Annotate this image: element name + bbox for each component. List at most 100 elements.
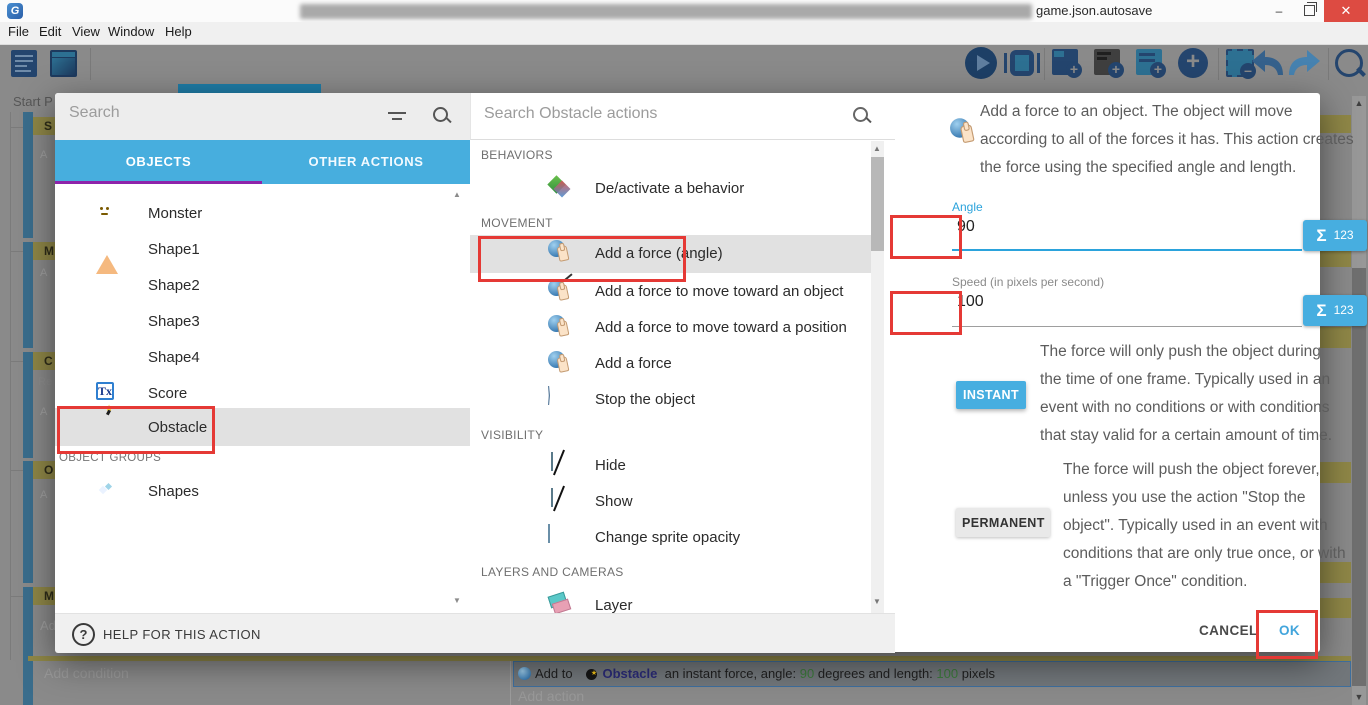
scrollbar-up-icon[interactable]: ▲ — [1353, 98, 1365, 108]
action-label: Stop the object — [595, 391, 695, 408]
object-groups-header: OBJECT GROUPS — [59, 452, 161, 464]
instant-description: the time of one frame. Typically used in… — [1040, 371, 1330, 389]
angle-input[interactable] — [955, 217, 1079, 237]
scrollbar-down-icon[interactable]: ▼ — [1353, 692, 1365, 702]
stop-icon — [548, 386, 550, 405]
object-search-input[interactable] — [67, 103, 371, 123]
events-list-icon[interactable] — [11, 50, 37, 77]
permanent-button[interactable]: PERMANENT — [956, 508, 1050, 537]
menu-window[interactable]: Window — [108, 24, 154, 39]
action-row-hide[interactable]: Hide — [470, 448, 871, 484]
object-row-shape3[interactable]: Shape3 — [55, 304, 470, 340]
bg-fragment: A — [40, 489, 47, 501]
bg-fragment: A — [40, 267, 47, 279]
bg-event-header — [1320, 462, 1351, 483]
action-list: BEHAVIORS De/activate a behavior MOVEMEN… — [470, 140, 895, 613]
object-label: Shape1 — [148, 241, 200, 258]
tree-connector — [10, 470, 23, 471]
group-row-shapes[interactable]: Shapes — [55, 474, 470, 510]
dialog-footer: ? HELP FOR THIS ACTION — [55, 613, 895, 653]
object-row-shape2[interactable]: Shape2 — [55, 268, 470, 304]
tab-objects[interactable]: OBJECTS — [55, 140, 262, 184]
filter-icon[interactable] — [388, 112, 406, 122]
cancel-button[interactable]: CANCEL — [1193, 622, 1264, 639]
object-row-score[interactable]: TxScore — [55, 376, 470, 412]
object-label: Shape3 — [148, 313, 200, 330]
angle-expression-button[interactable]: Σ123 — [1303, 220, 1367, 251]
action-row-deactivate-behavior[interactable]: De/activate a behavior — [470, 171, 871, 207]
add-comment-icon[interactable]: + — [1094, 49, 1120, 75]
action-row-force-toward-object[interactable]: Add a force to move toward an object — [470, 274, 871, 310]
object-row-monster[interactable]: Monster — [55, 196, 470, 232]
event-tree-line — [10, 112, 11, 660]
help-for-action-link[interactable]: HELP FOR THIS ACTION — [103, 627, 261, 642]
scene-editor-icon[interactable] — [50, 50, 77, 77]
text-object-icon: Tx — [96, 382, 114, 400]
action-search-input[interactable] — [482, 104, 816, 124]
close-button[interactable]: ✕ — [1324, 0, 1368, 22]
menu-edit[interactable]: Edit — [39, 24, 61, 39]
debug-icon[interactable] — [1010, 50, 1034, 76]
undo-icon[interactable] — [1250, 48, 1284, 78]
speed-expression-button[interactable]: Σ123 — [1303, 295, 1367, 326]
action-search-bar — [470, 93, 895, 140]
play-icon[interactable] — [965, 47, 997, 79]
action-scroll-down-icon[interactable]: ▼ — [873, 597, 881, 606]
speed-input-underline — [952, 326, 1302, 327]
toolbar-separator — [90, 48, 91, 80]
toolbar-separator — [1044, 48, 1045, 80]
permanent-description: unless you use the action "Stop the — [1063, 489, 1305, 507]
action-scroll-up-icon[interactable]: ▲ — [873, 144, 881, 153]
action-description: the force using the specified angle and … — [980, 159, 1296, 177]
tree-connector — [10, 251, 23, 252]
menu-bar: File Edit View Window Help — [0, 22, 1368, 45]
menu-view[interactable]: View — [72, 24, 100, 39]
search-icon[interactable] — [433, 107, 448, 122]
action-label: Change sprite opacity — [595, 529, 740, 546]
sigma-icon: Σ — [1316, 301, 1326, 320]
menu-file[interactable]: File — [8, 24, 29, 39]
redo-icon[interactable] — [1288, 48, 1322, 78]
action-row-force-toward-position[interactable]: Add a force to move toward a position — [470, 310, 871, 346]
action-row-stop-object[interactable]: Stop the object — [470, 382, 871, 418]
speed-input[interactable] — [955, 292, 1079, 312]
list-scroll-up-icon[interactable]: ▲ — [453, 190, 461, 199]
event-header: M — [33, 242, 55, 260]
add-action-placeholder[interactable]: Add action — [518, 688, 584, 704]
action-list-scrollbar-thumb[interactable] — [871, 157, 884, 251]
tab-other-actions[interactable]: OTHER ACTIONS — [262, 140, 470, 184]
object-label: Monster — [148, 205, 202, 222]
instant-description: event with no conditions or with conditi… — [1040, 399, 1330, 417]
background-tab-label: Start P — [13, 94, 53, 109]
add-subevent-icon[interactable]: + — [1136, 49, 1162, 75]
action-row-change-opacity[interactable]: Change sprite opacity — [470, 520, 871, 556]
action-row-layer[interactable]: Layer — [470, 588, 871, 613]
main-scrollbar-thumb[interactable] — [1352, 268, 1366, 686]
bg-event-header — [1320, 327, 1351, 348]
title-bar: G game.json.autosave – ✕ — [0, 0, 1368, 22]
object-row-shape1[interactable]: Shape1 — [55, 232, 470, 268]
restore-button[interactable] — [1294, 0, 1324, 22]
action-row-show[interactable]: Show — [470, 484, 871, 520]
object-row-shape4[interactable]: Shape4 — [55, 340, 470, 376]
action-label: Show — [595, 493, 633, 510]
instant-button[interactable]: INSTANT — [956, 381, 1026, 409]
selected-action-row[interactable]: Add to ★ Obstacle an instant force, angl… — [513, 661, 1351, 687]
action-length-value: 100 — [936, 666, 958, 681]
action-row-add-force[interactable]: Add a force — [470, 346, 871, 382]
object-label: Obstacle — [148, 419, 207, 436]
add-event-icon[interactable]: + — [1052, 49, 1078, 75]
ok-button[interactable]: OK — [1273, 622, 1306, 639]
choose-action-dialog: OBJECTS OTHER ACTIONS Monster Shape1 Sha… — [55, 93, 1320, 652]
menu-help[interactable]: Help — [165, 24, 192, 39]
object-row-obstacle[interactable]: Obstacle — [55, 408, 470, 446]
search-icon[interactable] — [853, 107, 868, 122]
search-icon[interactable] — [1335, 49, 1363, 77]
add-circle-icon[interactable]: + — [1178, 48, 1208, 78]
action-row-add-force-angle[interactable]: Add a force (angle) — [470, 235, 871, 273]
list-scroll-down-icon[interactable]: ▼ — [453, 596, 461, 605]
angle-field-label: Angle — [952, 200, 983, 214]
minimize-button[interactable]: – — [1264, 0, 1294, 22]
add-condition-placeholder[interactable]: Add condition — [44, 665, 129, 681]
action-label: Add a force to move toward an object — [595, 283, 843, 300]
